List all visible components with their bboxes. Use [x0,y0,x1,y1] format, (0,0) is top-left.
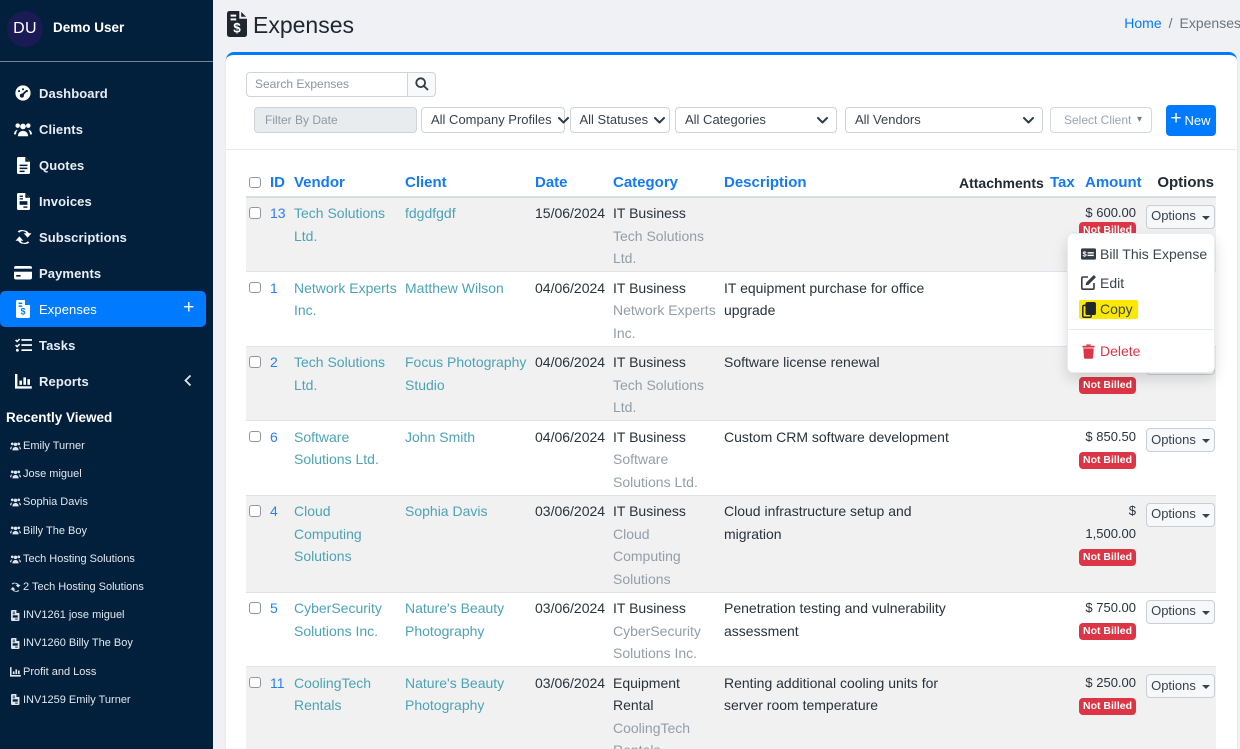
svg-text:$: $ [233,20,241,35]
svg-text:$: $ [20,307,25,317]
